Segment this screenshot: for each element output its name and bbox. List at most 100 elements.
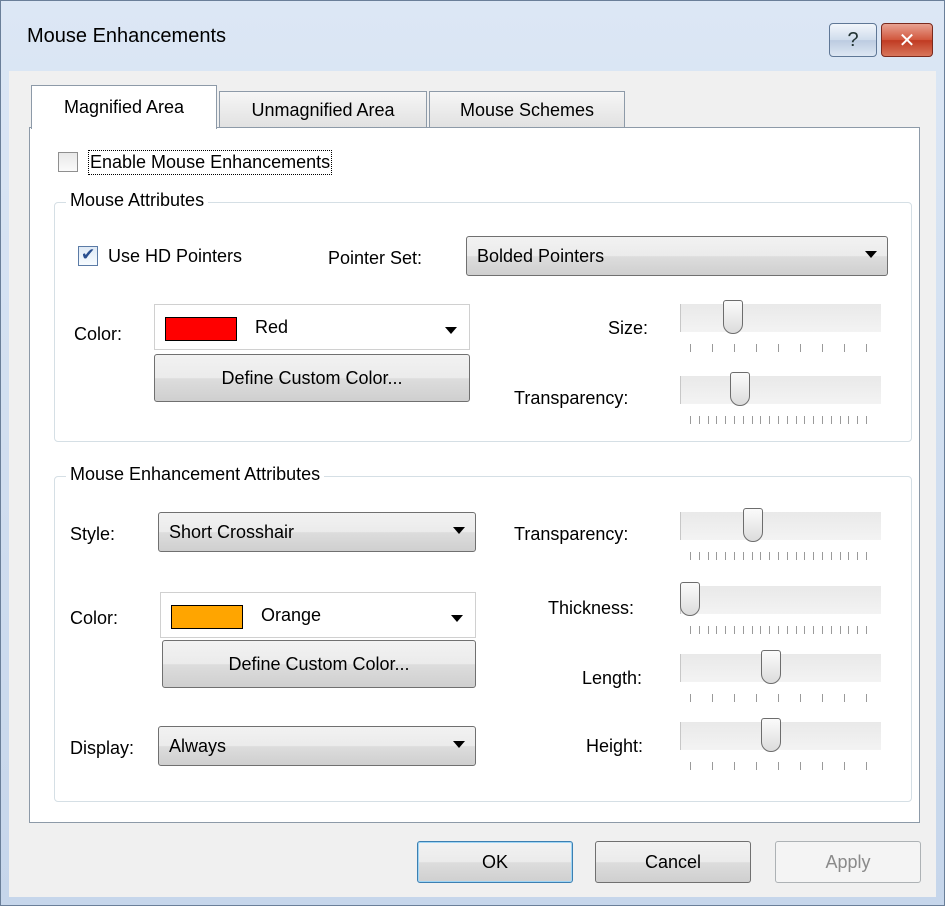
slider-tick xyxy=(742,626,744,634)
slider-tick xyxy=(813,552,815,560)
slider-tick xyxy=(857,552,859,560)
pointer-transparency-slider[interactable] xyxy=(680,372,881,434)
dialog-window: Mouse Enhancements ? ✕ Magnified Area Un… xyxy=(0,0,945,906)
slider-tick xyxy=(813,416,815,424)
slider-tick xyxy=(839,626,841,634)
cancel-button[interactable]: Cancel xyxy=(595,841,751,883)
slider-tick xyxy=(734,416,735,424)
slider-tick xyxy=(786,552,788,560)
size-label: Size: xyxy=(608,318,649,338)
slider-track[interactable] xyxy=(680,376,881,404)
slider-tick xyxy=(857,416,859,424)
style-dropdown[interactable]: Short Crosshair xyxy=(158,512,476,552)
slider-tick xyxy=(830,552,832,560)
slider-ticks xyxy=(690,626,867,636)
slider-tick xyxy=(804,552,806,560)
enhancement-transparency-slider[interactable] xyxy=(680,508,881,570)
chevron-down-icon xyxy=(451,615,463,622)
slider-thumb[interactable] xyxy=(730,372,751,406)
slider-tick xyxy=(769,626,771,634)
slider-thumb[interactable] xyxy=(680,582,700,616)
pointer-color-label: Color: xyxy=(74,324,123,344)
slider-tick xyxy=(698,626,700,634)
height-slider[interactable] xyxy=(680,718,881,780)
slider-tick xyxy=(734,762,735,770)
title-bar[interactable]: Mouse Enhancements ? ✕ xyxy=(1,1,944,71)
slider-tick xyxy=(707,552,709,560)
slider-tick xyxy=(866,416,867,424)
slider-tick xyxy=(778,416,779,424)
thickness-slider[interactable] xyxy=(680,582,881,644)
use-hd-pointers-label[interactable]: Use HD Pointers xyxy=(108,246,242,267)
slider-tick xyxy=(712,344,713,352)
slider-thumb[interactable] xyxy=(743,508,763,542)
slider-tick xyxy=(800,762,801,770)
window-title: Mouse Enhancements xyxy=(27,25,227,47)
slider-tick xyxy=(712,762,713,770)
slider-thumb[interactable] xyxy=(761,718,781,752)
slider-track[interactable] xyxy=(680,586,881,614)
slider-tick xyxy=(716,626,718,634)
slider-tick xyxy=(844,344,845,352)
tab-unmagnified-area[interactable]: Unmagnified Area xyxy=(219,91,427,129)
slider-tick xyxy=(822,416,823,424)
slider-track[interactable] xyxy=(680,304,881,332)
slider-tick xyxy=(822,762,823,770)
tab-magnified-area[interactable]: Magnified Area xyxy=(31,85,217,129)
slider-tick xyxy=(804,626,806,634)
slider-ticks xyxy=(690,762,867,772)
slider-tick xyxy=(839,416,841,424)
slider-thumb[interactable] xyxy=(761,650,781,684)
slider-tick xyxy=(844,694,845,702)
slider-tick xyxy=(742,416,744,424)
slider-thumb[interactable] xyxy=(723,300,744,334)
slider-tick xyxy=(857,626,859,634)
pointer-define-custom-color-button[interactable]: Define Custom Color... xyxy=(154,354,470,402)
slider-tick xyxy=(734,552,735,560)
length-slider[interactable] xyxy=(680,650,881,712)
slider-tick xyxy=(778,344,779,352)
slider-tick xyxy=(839,552,841,560)
ok-button[interactable]: OK xyxy=(417,841,573,883)
slider-tick xyxy=(866,762,867,770)
apply-button[interactable]: Apply xyxy=(775,841,921,883)
help-button[interactable]: ? xyxy=(829,23,877,57)
close-button[interactable]: ✕ xyxy=(881,23,933,57)
pointer-color-dropdown[interactable]: Red xyxy=(154,304,470,350)
slider-tick xyxy=(690,344,691,352)
slider-tick xyxy=(690,694,691,702)
slider-tick xyxy=(690,762,691,770)
slider-tick xyxy=(712,694,713,702)
enable-mouse-enhancements-checkbox[interactable] xyxy=(58,152,78,172)
length-label: Length: xyxy=(582,668,643,688)
display-label: Display: xyxy=(70,738,135,758)
chevron-down-icon xyxy=(445,327,457,334)
slider-tick xyxy=(866,626,867,634)
slider-track[interactable] xyxy=(680,512,881,540)
pointer-color-value: Red xyxy=(255,317,289,337)
slider-tick xyxy=(734,344,735,352)
slider-tick xyxy=(760,416,762,424)
enhancement-color-dropdown[interactable]: Orange xyxy=(160,592,476,638)
slider-tick xyxy=(690,552,691,560)
slider-tick xyxy=(760,626,762,634)
enhancement-define-custom-color-button[interactable]: Define Custom Color... xyxy=(162,640,476,688)
slider-tick xyxy=(866,552,867,560)
slider-ticks xyxy=(690,552,867,562)
pointer-set-dropdown[interactable]: Bolded Pointers xyxy=(466,236,888,276)
chevron-down-icon xyxy=(453,741,465,748)
display-dropdown[interactable]: Always xyxy=(158,726,476,766)
enable-mouse-enhancements-label[interactable]: Enable Mouse Enhancements xyxy=(87,150,333,175)
slider-tick xyxy=(800,344,801,352)
pointer-set-label: Pointer Set: xyxy=(328,248,423,268)
slider-tick xyxy=(786,416,788,424)
tab-mouse-schemes[interactable]: Mouse Schemes xyxy=(429,91,625,129)
size-slider[interactable] xyxy=(680,300,881,362)
slider-tick xyxy=(778,694,779,702)
slider-ticks xyxy=(690,344,867,354)
slider-tick xyxy=(822,552,823,560)
slider-tick xyxy=(786,626,788,634)
use-hd-pointers-checkbox[interactable] xyxy=(78,245,98,266)
slider-tick xyxy=(822,694,823,702)
thickness-label: Thickness: xyxy=(548,598,635,618)
